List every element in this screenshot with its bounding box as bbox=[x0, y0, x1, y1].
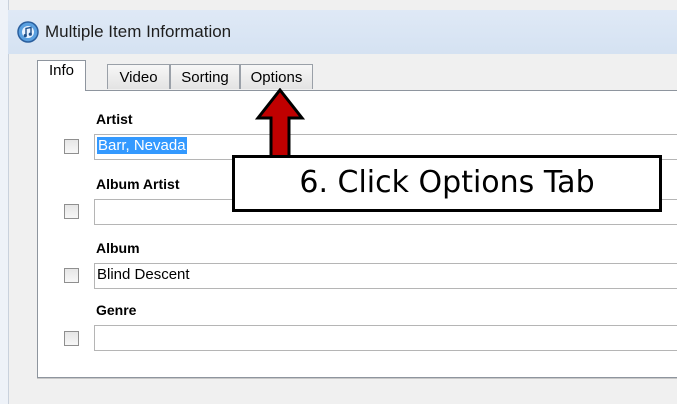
artist-checkbox[interactable] bbox=[64, 139, 79, 154]
album-value: Blind Descent bbox=[97, 266, 190, 283]
genre-label: Genre bbox=[96, 302, 137, 318]
dialog-window: Multiple Item Information Info Video Sor… bbox=[0, 0, 677, 404]
tab-sorting-label: Sorting bbox=[181, 69, 229, 86]
artist-value: Barr, Nevada bbox=[97, 137, 187, 154]
album-artist-label: Album Artist bbox=[96, 176, 180, 192]
genre-field[interactable] bbox=[94, 325, 677, 351]
tab-info[interactable]: Info bbox=[37, 60, 86, 91]
tab-video-label: Video bbox=[119, 69, 158, 86]
callout-text: 6. Click Options Tab bbox=[299, 165, 595, 200]
instruction-callout: 6. Click Options Tab bbox=[232, 155, 662, 212]
album-artist-checkbox[interactable] bbox=[64, 204, 79, 219]
genre-checkbox[interactable] bbox=[64, 331, 79, 346]
window-title: Multiple Item Information bbox=[45, 22, 232, 41]
album-checkbox[interactable] bbox=[64, 268, 79, 283]
tab-info-label: Info bbox=[48, 62, 75, 79]
album-label: Album bbox=[96, 240, 140, 256]
tab-options-label: Options bbox=[250, 69, 303, 86]
tab-sorting[interactable]: Sorting bbox=[170, 64, 240, 89]
tab-video[interactable]: Video bbox=[107, 64, 170, 89]
itunes-icon bbox=[17, 21, 39, 43]
album-field[interactable]: Blind Descent bbox=[94, 263, 677, 289]
artist-label: Artist bbox=[96, 111, 133, 127]
tab-options[interactable]: Options bbox=[240, 64, 313, 89]
title-bar[interactable]: Multiple Item Information bbox=[8, 10, 677, 54]
red-up-arrow-icon bbox=[255, 88, 305, 160]
panel-bottom-divider bbox=[37, 378, 677, 379]
